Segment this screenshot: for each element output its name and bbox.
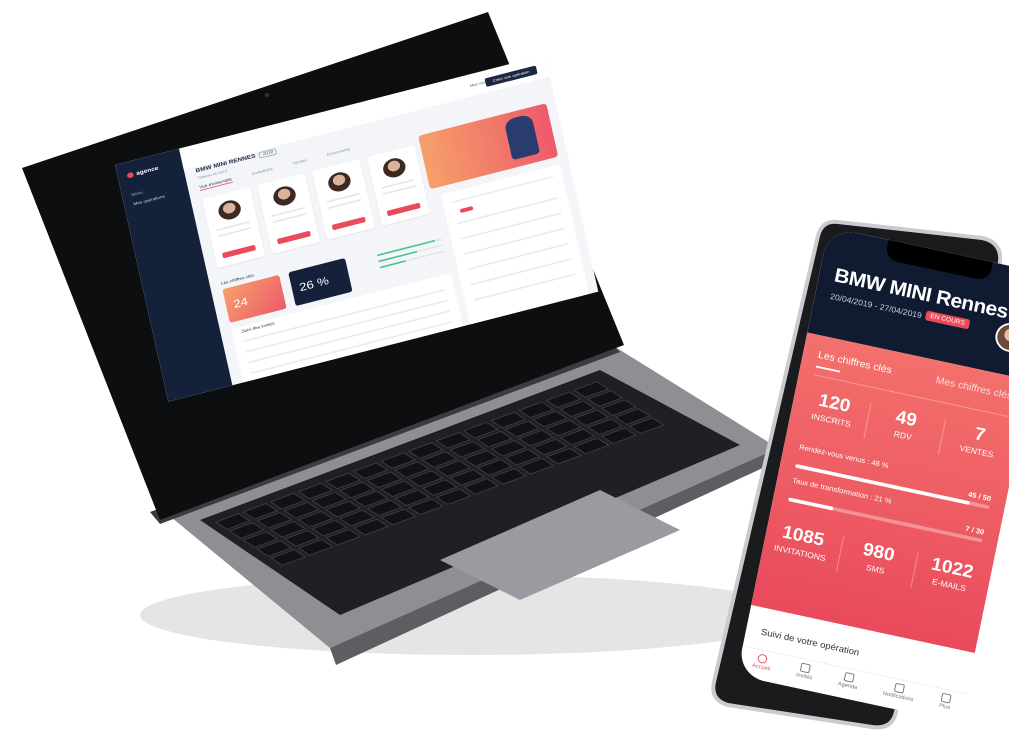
stat-registered: 120 INSCRITS	[798, 387, 870, 432]
nav-guests[interactable]: Invités	[795, 662, 814, 681]
progress-label: Rendez-vous venus : 48 %	[798, 442, 890, 470]
nav-label: Agenda	[837, 681, 858, 691]
feed-row	[467, 242, 569, 271]
webcam	[265, 93, 269, 97]
progress-fill	[379, 260, 406, 269]
feed-row	[474, 273, 576, 301]
team-card	[256, 173, 321, 254]
more-icon	[940, 692, 952, 704]
kpi-value: 26 %	[297, 273, 330, 294]
status-pill	[459, 205, 474, 214]
progress-ratio: 7 / 30	[964, 524, 985, 537]
create-operation-button[interactable]: Créer une opération	[484, 65, 538, 87]
avatar	[216, 197, 243, 222]
kpi-tile: 26 %	[288, 257, 353, 307]
team-card	[366, 144, 430, 226]
feed-row	[470, 258, 572, 286]
contact-button[interactable]	[221, 244, 257, 259]
nav-label: Notifications	[882, 691, 914, 703]
progress-fill	[788, 497, 834, 511]
tab-sales[interactable]: Ventes	[292, 158, 307, 167]
nav-home[interactable]: Accueil	[751, 653, 773, 673]
feed-row	[457, 197, 559, 225]
document-icon	[800, 662, 812, 674]
tab-indicator	[815, 365, 841, 373]
avatar	[271, 183, 298, 208]
tab-my-figures[interactable]: Mes chiffres clés	[935, 375, 1009, 402]
contact-button[interactable]	[331, 216, 366, 231]
feed-row	[463, 227, 565, 255]
stat-emails: 1022 E-MAILS	[915, 552, 987, 597]
avatar[interactable]	[992, 320, 1009, 355]
calendar-icon	[843, 672, 855, 683]
app-logo[interactable]: agence	[126, 165, 160, 179]
app-name: agence	[135, 165, 160, 177]
nav-section-label: Menu	[131, 190, 144, 198]
team-card	[311, 159, 375, 240]
illustration	[503, 113, 541, 161]
tab-overview[interactable]: Vue d'ensemble	[198, 177, 233, 191]
stat-invitations: 1085 INVITATIONS	[766, 520, 838, 565]
avatar	[381, 155, 408, 180]
nav-label: Accueil	[751, 663, 771, 673]
logo-mark-icon	[126, 171, 135, 179]
contact-button[interactable]	[276, 230, 311, 245]
avatar	[326, 169, 353, 194]
table-title: Suivi des invités	[241, 321, 275, 335]
nav-agenda[interactable]: Agenda	[837, 671, 860, 691]
stat-sales: 7 VENTES	[943, 418, 1009, 463]
nav-more[interactable]: Plus	[938, 692, 953, 711]
progress-bars	[376, 234, 445, 273]
tab-key-figures[interactable]: Les chiffres clés	[817, 350, 892, 376]
home-icon	[757, 653, 769, 665]
feed-row	[460, 212, 562, 240]
stat-sms: 980 SMS	[842, 536, 914, 581]
nav-notifications[interactable]: Notifications	[882, 681, 916, 703]
tab-documents[interactable]: Documents	[326, 147, 350, 158]
stat-appointments: 49 RDV	[869, 402, 941, 447]
nav-label: Invités	[795, 672, 813, 682]
team-card	[202, 187, 266, 268]
kpi-value: 24	[232, 294, 250, 311]
contact-button[interactable]	[386, 202, 421, 217]
nav-label: Plus	[938, 703, 951, 711]
tab-invitations[interactable]: Invitations	[252, 167, 274, 178]
bell-icon	[894, 682, 906, 694]
